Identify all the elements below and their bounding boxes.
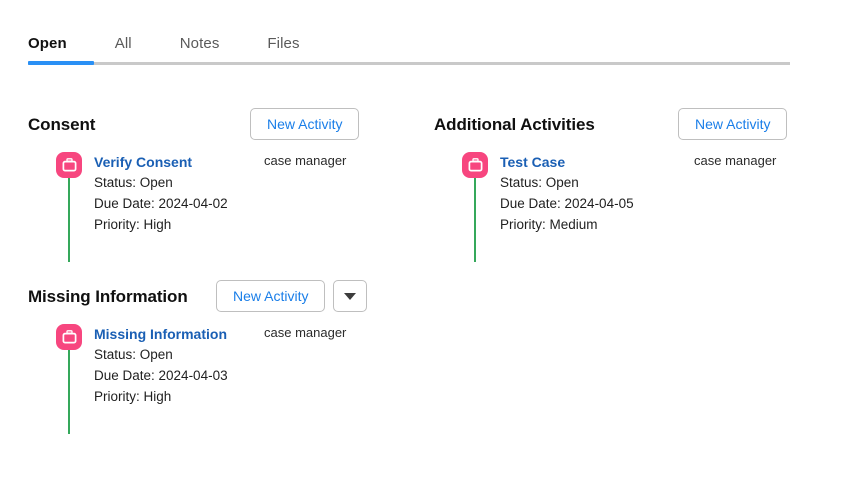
activity-row: Missing Information Status: Open Due Dat… xyxy=(28,324,408,444)
new-activity-dropdown-button[interactable] xyxy=(333,280,368,312)
section-missing-information-actions: New Activity xyxy=(216,280,368,312)
tab-divider xyxy=(28,62,790,65)
tab-open[interactable]: Open xyxy=(28,35,67,60)
briefcase-icon xyxy=(462,152,488,178)
tab-all[interactable]: All xyxy=(115,35,132,60)
briefcase-icon xyxy=(56,152,82,178)
activity-connector-line xyxy=(68,178,70,262)
section-additional-activities-actions: New Activity xyxy=(678,108,788,140)
section-additional-activities-title: Additional Activities xyxy=(434,115,595,134)
activity-icon-column xyxy=(56,324,82,434)
briefcase-icon xyxy=(56,324,82,350)
activity-status: Status: Open xyxy=(94,347,173,362)
activity-owner: case manager xyxy=(264,325,347,340)
activity-priority: Priority: High xyxy=(94,389,172,404)
activity-status: Status: Open xyxy=(500,175,579,190)
activity-status: Status: Open xyxy=(94,175,173,190)
activity-title-link[interactable]: Missing Information xyxy=(94,324,232,344)
activity-title-link[interactable]: Test Case xyxy=(500,152,638,172)
section-consent-actions: New Activity xyxy=(250,108,360,140)
activity-details: Verify Consent Status: Open Due Date: 20… xyxy=(94,152,232,235)
section-missing-information-header: Missing Information New Activity xyxy=(28,278,408,316)
activity-connector-line xyxy=(474,178,476,262)
section-additional-activities: Additional Activities New Activity Test … xyxy=(434,106,814,272)
activity-due-date: Due Date: 2024-04-03 xyxy=(94,368,228,383)
section-additional-activities-header: Additional Activities New Activity xyxy=(434,106,814,144)
tab-notes[interactable]: Notes xyxy=(180,35,220,60)
tab-active-indicator xyxy=(28,61,94,65)
activity-due-date: Due Date: 2024-04-05 xyxy=(500,196,634,211)
tab-files[interactable]: Files xyxy=(267,35,299,60)
activity-title-link[interactable]: Verify Consent xyxy=(94,152,232,172)
new-activity-button-missing-information[interactable]: New Activity xyxy=(216,280,326,312)
section-consent-header: Consent New Activity xyxy=(28,106,408,144)
activity-priority: Priority: High xyxy=(94,217,172,232)
tab-list: Open All Notes Files xyxy=(0,28,851,60)
activity-icon-column xyxy=(462,152,488,262)
activity-details: Test Case Status: Open Due Date: 2024-04… xyxy=(500,152,638,235)
activity-details: Missing Information Status: Open Due Dat… xyxy=(94,324,232,407)
activity-row: Verify Consent Status: Open Due Date: 20… xyxy=(28,152,408,272)
activity-connector-line xyxy=(68,350,70,434)
chevron-down-icon xyxy=(344,292,357,300)
section-missing-information: Missing Information New Activity Missing… xyxy=(28,278,408,444)
new-activity-button-consent[interactable]: New Activity xyxy=(250,108,360,140)
activity-row: Test Case Status: Open Due Date: 2024-04… xyxy=(434,152,814,272)
activity-owner: case manager xyxy=(264,153,347,168)
section-consent-title: Consent xyxy=(28,115,96,134)
activity-owner: case manager xyxy=(694,153,777,168)
new-activity-button-additional-activities[interactable]: New Activity xyxy=(678,108,788,140)
activity-due-date: Due Date: 2024-04-02 xyxy=(94,196,228,211)
section-consent: Consent New Activity Verify Consent Stat… xyxy=(28,106,408,272)
section-missing-information-title: Missing Information xyxy=(28,287,188,306)
activity-priority: Priority: Medium xyxy=(500,217,598,232)
activity-icon-column xyxy=(56,152,82,262)
